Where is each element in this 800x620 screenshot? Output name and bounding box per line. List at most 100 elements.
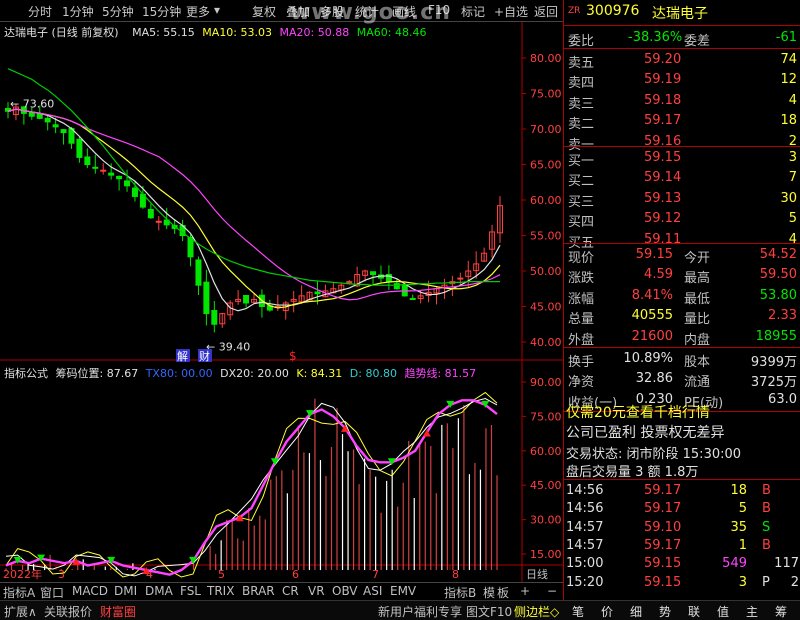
indicator-tab-14[interactable]: 模 [483, 584, 495, 601]
stat-label: 换手 [568, 355, 595, 370]
buy-level[interactable]: 买二 59.14 7 [564, 168, 800, 189]
indicator-tab-2[interactable]: MACD [72, 584, 108, 598]
fuquan-button[interactable]: 复权 [252, 3, 276, 20]
tick-side: B [762, 483, 771, 498]
side-tab-4[interactable]: 联 [688, 603, 700, 620]
level-volume: 18 [780, 113, 797, 129]
indicator-tab-12[interactable]: EMV [390, 584, 416, 598]
level-label: 卖二 [568, 117, 595, 133]
sell-level[interactable]: 卖三 59.18 4 [564, 91, 800, 112]
tick-price: 59.15 [644, 574, 682, 590]
buy-level[interactable]: 买三 59.13 30 [564, 189, 800, 210]
side-tab-0[interactable]: 笔 [572, 603, 584, 620]
status-mid-2[interactable]: 侧边栏◇ [514, 603, 559, 620]
quote-stat-row: 现价 59.15 今开 54.52 [564, 245, 800, 266]
indicator-tab-7[interactable]: BRAR [242, 584, 275, 598]
quote-stat-row: 外盘 21600 内盘 18955 [564, 327, 800, 348]
stat-value: 2.33 [768, 308, 797, 324]
indicator-tab-10[interactable]: OBV [332, 584, 358, 598]
indicator-tabs: 指标A 窗口 MACD DMI DMA FSL TRIX BRAR CR VR OBV ASI EMV 指… [0, 582, 563, 600]
side-tab-2[interactable]: 细 [630, 603, 642, 620]
tick-row: 15:20 59.15 3 P 2 [564, 573, 800, 593]
buy-level[interactable]: 买四 59.12 5 [564, 209, 800, 230]
indicator-tab-11[interactable]: ASI [363, 584, 382, 598]
more-chevron-icon[interactable]: ▾ [214, 3, 220, 17]
status-mid-0[interactable]: 新用户福利专享 [378, 603, 462, 620]
k-line [5, 391, 498, 578]
mark-button[interactable]: 标记 [461, 3, 485, 20]
dx20-legend: DX20: 20.00 [220, 367, 289, 380]
tick-row: 14:57 59.10 35 S [564, 518, 800, 538]
buy-level[interactable]: 买一 59.15 3 [564, 148, 800, 169]
stat-label: 今开 [684, 251, 711, 266]
kline-chart-area[interactable]: 80.00 75.00 70.00 65.00 60.00 55.00 50.00 45.00… [0, 22, 563, 582]
tick-time: 14:57 [566, 519, 604, 535]
indicator-tab-1[interactable]: 窗口 [40, 584, 64, 601]
status-left-0[interactable]: 扩展∧ [4, 603, 37, 620]
stat-label: 现价 [568, 251, 595, 266]
indicator-tab-15[interactable]: 板 [497, 584, 509, 601]
candle-body [370, 271, 377, 276]
weicha-label: 委差 [684, 34, 711, 49]
indicator-tab-16[interactable]: + [520, 584, 530, 598]
side-tab-3[interactable]: 势 [659, 603, 671, 620]
back-button[interactable]: 返回 [534, 3, 558, 20]
price-tick-label: 80.00 [530, 52, 562, 65]
company-row: 公司已盈利 投票权无差异 [564, 420, 800, 441]
kline-svg[interactable]: 80.00 75.00 70.00 65.00 60.00 55.00 50.00 45.00… [0, 22, 563, 582]
tick-time: 14:57 [566, 537, 604, 553]
indicator-tick-label: 30.00 [530, 514, 562, 527]
side-tab-7[interactable]: 筹 [775, 603, 787, 620]
promo-row[interactable]: 仅需20元查看千档行情 [564, 400, 800, 422]
level-price: 59.13 [644, 190, 682, 206]
status-mid-1[interactable]: 图文F10 [466, 603, 512, 620]
tick-volume: 5 [738, 501, 747, 517]
indicator-tab-8[interactable]: CR [282, 584, 299, 598]
tab-15min[interactable]: 15分钟 [142, 3, 181, 20]
status-left-2[interactable]: 财富圈 [100, 603, 136, 620]
price-tick-label: 60.00 [530, 194, 562, 207]
high-price-label: ← 73.60 [10, 97, 54, 110]
side-tab-6[interactable]: 主 [746, 603, 758, 620]
status-left-1[interactable]: 关联报价 [44, 603, 92, 620]
tab-1min[interactable]: 1分钟 [62, 3, 94, 20]
sell-level[interactable]: 卖四 59.19 12 [564, 70, 800, 91]
add-watchlist-button[interactable]: +自选 [494, 3, 528, 20]
indicator-tab-6[interactable]: TRIX [207, 584, 234, 598]
indicator-name[interactable]: 指标公式 [4, 367, 48, 380]
tick-side: S [762, 519, 771, 535]
candle-body [409, 298, 416, 301]
indicator-tab-13[interactable]: 指标B [444, 584, 476, 601]
indicator-tab-3[interactable]: DMI [114, 584, 137, 598]
tab-fenshi[interactable]: 分时 [28, 3, 52, 20]
weicha-value: -61 [775, 30, 797, 45]
level-price: 59.20 [644, 52, 682, 67]
tab-more[interactable]: 更多 [186, 3, 210, 20]
ma10-legend: MA10: 53.03 [202, 26, 273, 39]
quote-stat-row: 总量 40555 量比 2.33 [564, 306, 800, 327]
level-price: 59.19 [644, 72, 682, 88]
promo-text[interactable]: 仅需20元查看千档行情 [566, 402, 710, 422]
ma20-line [7, 108, 501, 301]
indicator-tab-4[interactable]: DMA [145, 584, 173, 598]
trade-state-row: 交易状态: 闭市阶段 15:30:00 [564, 441, 800, 462]
sell-level[interactable]: 卖五 59.20 74 [564, 50, 800, 71]
stat-label: 最高 [684, 271, 711, 287]
indicator-tab-17[interactable]: − [547, 584, 557, 598]
stat-value: 21600 [631, 328, 673, 344]
fundamental-row: 净资 32.86 流通 3725万 [564, 369, 800, 390]
tab-5min[interactable]: 5分钟 [102, 3, 134, 20]
candle-body [76, 138, 83, 158]
side-tab-5[interactable]: 值 [717, 603, 729, 620]
indicator-tab-9[interactable]: VR [308, 584, 325, 598]
ma60-legend: MA60: 48.46 [356, 26, 427, 39]
candle-body [147, 208, 154, 219]
indicator-tab-0[interactable]: 指标A [3, 584, 35, 601]
tx80-legend: TX80: 00.00 [145, 367, 213, 380]
side-tab-1[interactable]: 价 [601, 603, 613, 620]
stat-value: 59.15 [635, 247, 673, 262]
tick-row: 14:56 59.17 18 B [564, 481, 800, 501]
quote-stat-row: 涨跌 4.59 最高 59.50 [564, 265, 800, 287]
indicator-tab-5[interactable]: FSL [180, 584, 201, 598]
sell-level[interactable]: 卖二 59.17 18 [564, 111, 800, 133]
